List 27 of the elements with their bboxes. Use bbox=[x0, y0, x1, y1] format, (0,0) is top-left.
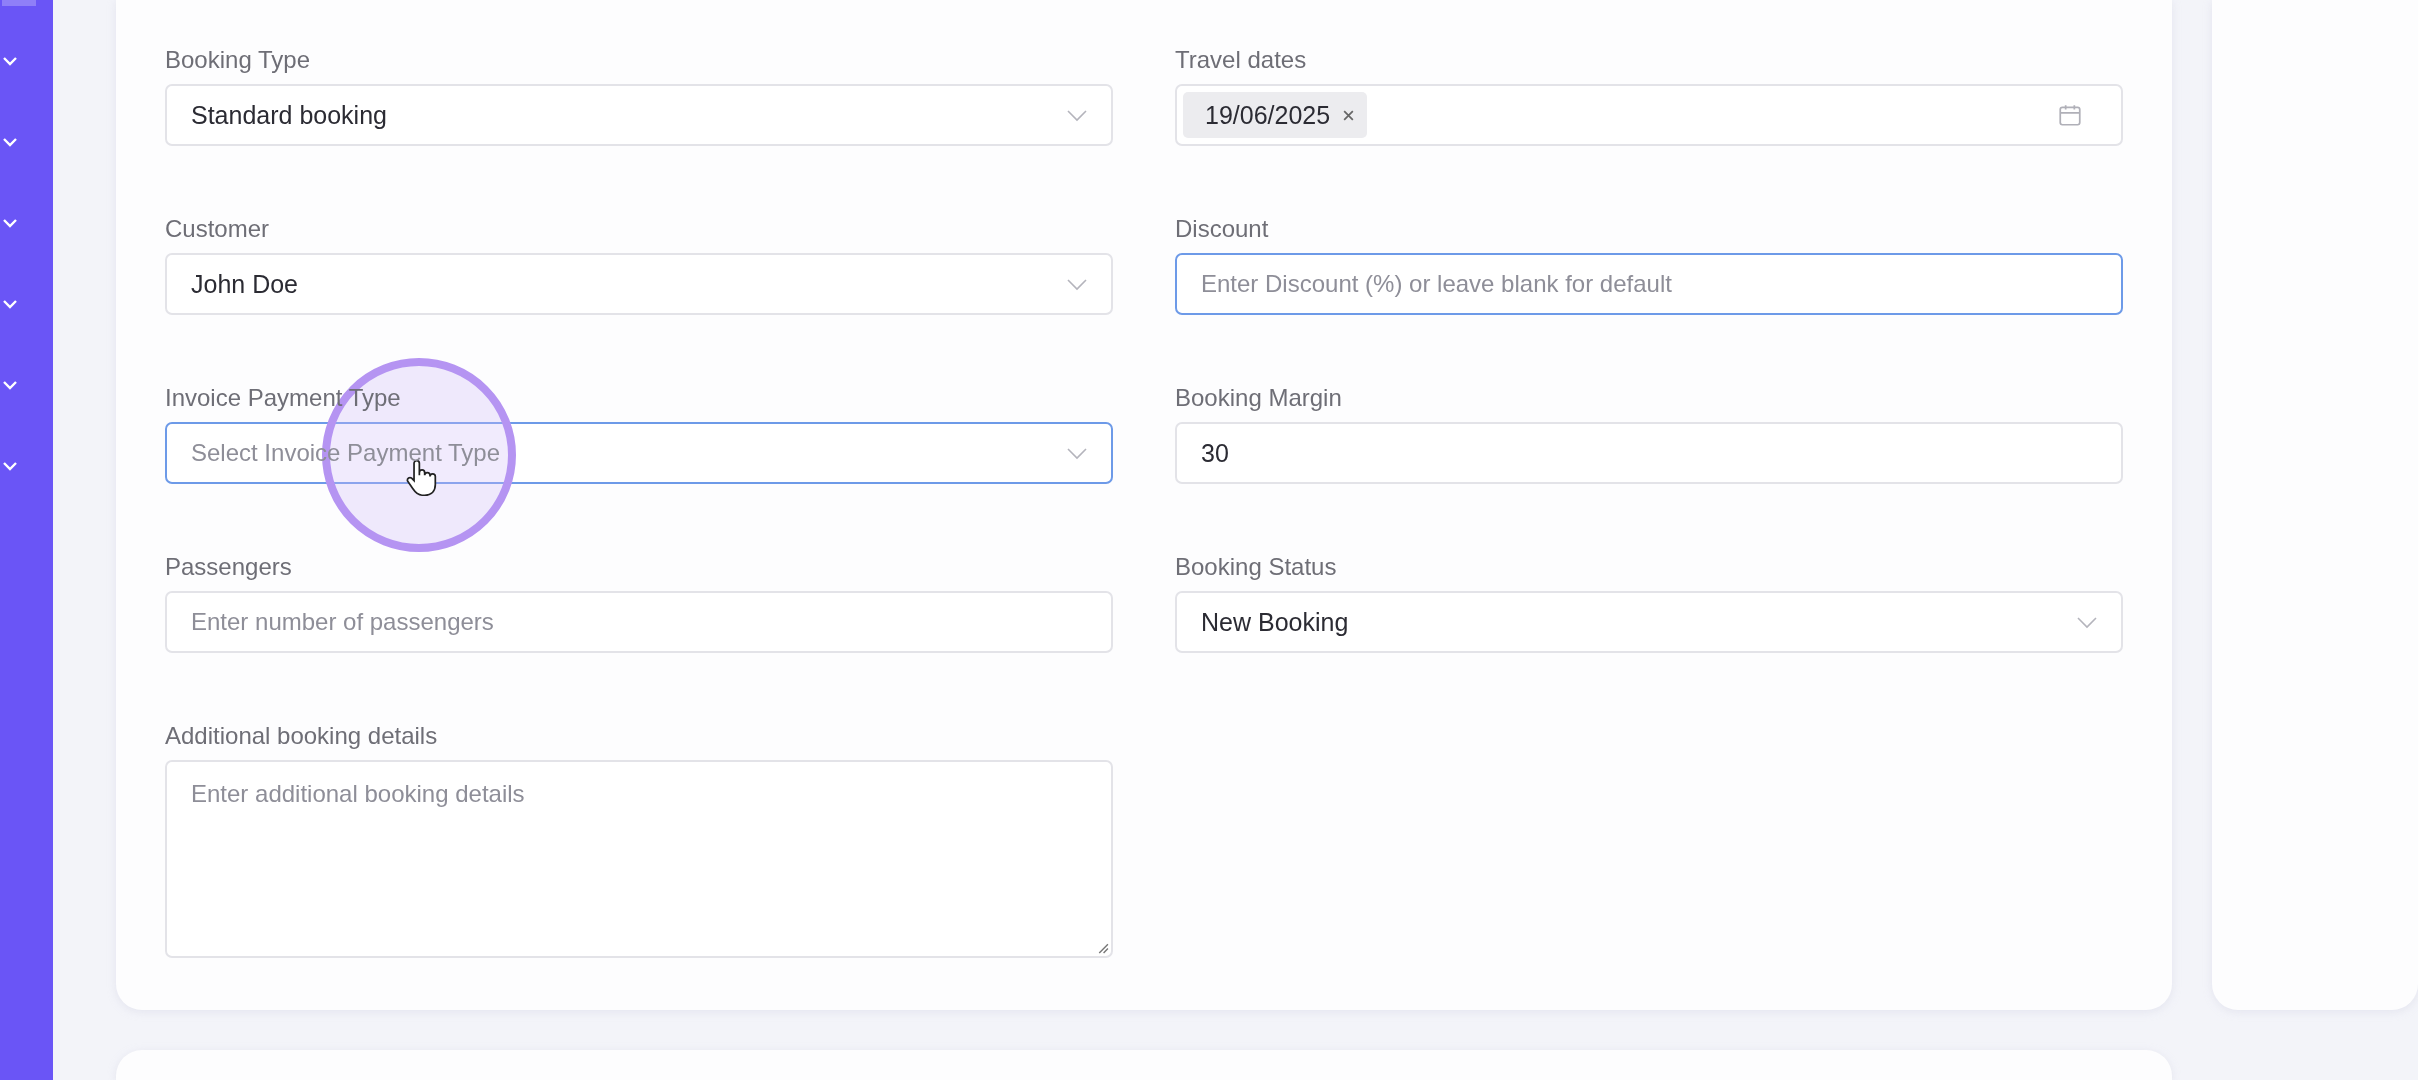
field-label: Customer bbox=[165, 215, 270, 243]
field-label: Booking Margin bbox=[1175, 384, 1342, 412]
chevron-icon[interactable] bbox=[2, 56, 18, 66]
remove-icon[interactable] bbox=[1342, 108, 1356, 122]
caret-icon bbox=[1067, 110, 1087, 122]
chevron-icon[interactable] bbox=[2, 218, 18, 228]
chevron-icon[interactable] bbox=[2, 380, 18, 390]
chevron-icon[interactable] bbox=[2, 299, 18, 309]
resize-grip-icon[interactable] bbox=[1096, 941, 1109, 954]
date-chip: 19/06/2025 bbox=[1183, 92, 1368, 138]
field-label: Booking Type bbox=[165, 46, 310, 74]
date-field[interactable]: 19/06/2025 bbox=[1175, 84, 2123, 146]
field-label: Invoice Payment Type bbox=[165, 384, 401, 412]
select-field[interactable]: Standard booking bbox=[165, 84, 1113, 146]
chevron-icon[interactable] bbox=[2, 137, 18, 147]
field-label: Travel dates bbox=[1175, 46, 1307, 74]
field-label: Booking Status bbox=[1175, 553, 1337, 581]
field-label: Discount bbox=[1175, 215, 1269, 243]
select-field[interactable]: John Doe bbox=[165, 253, 1113, 315]
caret-icon bbox=[1067, 279, 1087, 291]
caret-icon bbox=[2077, 617, 2097, 629]
field-label: Passengers bbox=[165, 553, 292, 581]
select-field[interactable]: New Booking bbox=[1175, 591, 2123, 653]
caret-icon bbox=[1067, 448, 1087, 460]
input-field[interactable]: 30 bbox=[1175, 422, 2123, 484]
chevron-icon[interactable] bbox=[2, 461, 18, 471]
field-label: Additional booking details bbox=[165, 722, 438, 750]
